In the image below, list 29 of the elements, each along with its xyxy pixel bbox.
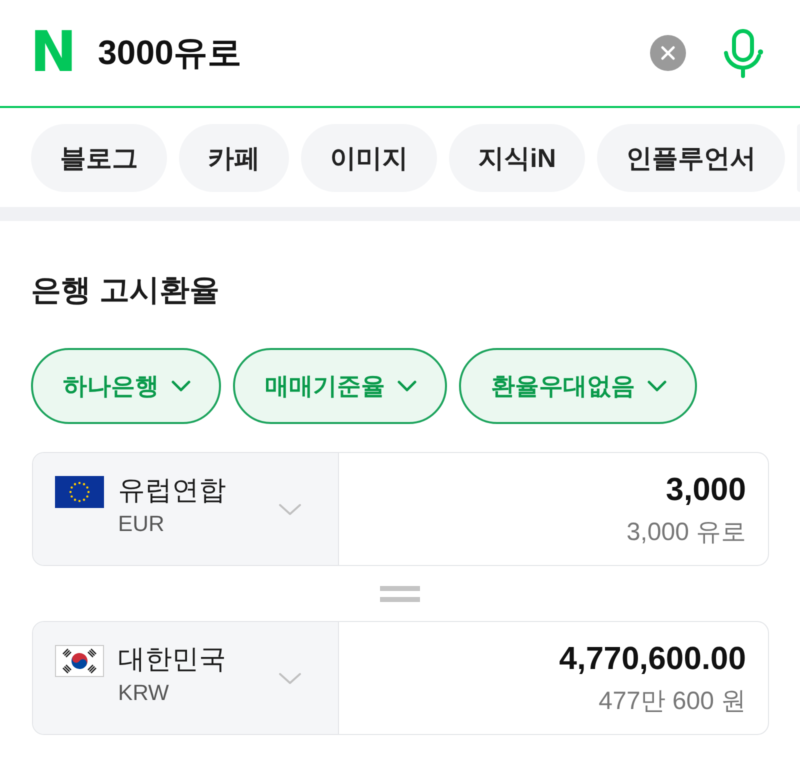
amount-field[interactable]: 4,770,600.00 xyxy=(559,638,746,678)
close-icon xyxy=(650,35,686,71)
search-tab[interactable]: 블로그 xyxy=(31,124,167,192)
eu-flag-icon xyxy=(55,476,104,508)
country-name: 대한민국 xyxy=(118,643,227,676)
chevron-down-icon xyxy=(278,502,302,516)
chevron-down-icon xyxy=(397,380,417,392)
voice-search-button[interactable] xyxy=(722,28,764,78)
clear-button[interactable] xyxy=(650,35,686,71)
currency-selector[interactable]: 유럽연합 EUR xyxy=(33,453,339,565)
amount-in-words: 3,000 유로 xyxy=(626,517,746,548)
search-tab[interactable]: 인플루언서 xyxy=(597,124,785,192)
currency-code: KRW xyxy=(118,679,170,707)
currency-selector[interactable]: 대한민국 KRW xyxy=(33,622,339,734)
korean-flag-icon xyxy=(55,645,104,677)
equals-icon xyxy=(380,586,420,602)
country-name: 유럽연합 xyxy=(118,474,227,507)
section-title: 은행 고시환율 xyxy=(31,273,220,309)
search-field[interactable]: 3000유로 xyxy=(98,31,650,75)
currency-code: EUR xyxy=(118,510,166,538)
amount-field[interactable]: 3,000 xyxy=(666,469,746,509)
search-tab[interactable]: 카페 xyxy=(179,124,289,192)
chevron-down-icon xyxy=(647,380,667,392)
search-tab[interactable]: 이미지 xyxy=(301,124,437,192)
chevron-down-icon xyxy=(171,380,191,392)
amount-in-words: 477만 600 원 xyxy=(598,686,746,717)
microphone-icon xyxy=(722,28,764,78)
search-tab[interactable]: 지식iN xyxy=(449,124,585,192)
chevron-down-icon xyxy=(278,672,302,684)
